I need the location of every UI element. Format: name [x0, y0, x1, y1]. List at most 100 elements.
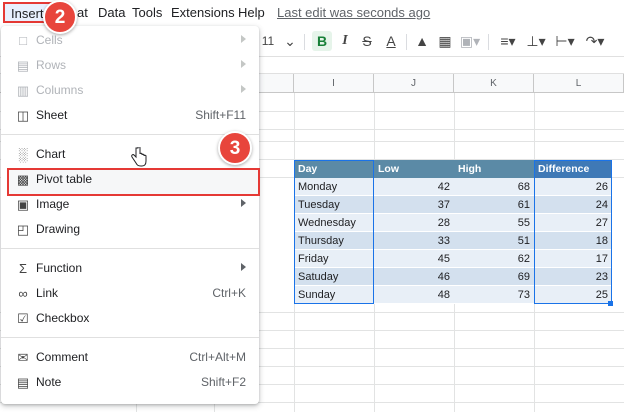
table-cell[interactable]: 25	[534, 286, 612, 304]
menu-item-cells[interactable]: □ Cells	[1, 29, 259, 53]
strikethrough-icon[interactable]: S	[358, 31, 376, 51]
table-cell[interactable]: 37	[374, 196, 454, 214]
menu-item-label: Comment	[36, 350, 89, 364]
table-cell[interactable]: 46	[374, 268, 454, 286]
insert-menu: □ Cells ▤ Rows ▥ Columns ◫ Sheet Shift+F…	[1, 26, 260, 404]
table-cell[interactable]: 51	[454, 232, 534, 250]
table-cell[interactable]: 28	[374, 214, 454, 232]
toolbar-divider	[488, 34, 489, 50]
step-badge-chart: 3	[218, 131, 252, 165]
menu-tools[interactable]: Tools	[132, 5, 162, 20]
italic-icon[interactable]: I	[336, 31, 354, 51]
menu-divider	[1, 337, 259, 338]
fill-handle[interactable]	[608, 301, 613, 306]
table-header-cell[interactable]: Day	[294, 160, 374, 178]
text-wrapping-icon[interactable]: ⊢▾	[552, 31, 578, 51]
table-row: Satuday 46 69 23	[294, 268, 612, 286]
table-header-cell[interactable]: Difference	[534, 160, 612, 178]
menu-shortcut: Ctrl+K	[212, 286, 246, 300]
table-cell[interactable]: 61	[454, 196, 534, 214]
table-header-cell[interactable]: Low	[374, 160, 454, 178]
menu-item-label: Checkbox	[36, 311, 90, 325]
note-icon: ▤	[16, 375, 30, 390]
menu-item-sheet[interactable]: ◫ Sheet Shift+F11	[1, 104, 259, 128]
menu-item-drawing[interactable]: ◰ Drawing	[1, 218, 259, 242]
chevron-right-icon	[241, 85, 246, 93]
table-cell[interactable]: 24	[534, 196, 612, 214]
font-size-field[interactable]: 11	[260, 31, 276, 51]
last-edit-link[interactable]: Last edit was seconds ago	[277, 5, 430, 20]
table-cell[interactable]: Sunday	[294, 286, 374, 304]
menu-item-comment[interactable]: ✉ Comment Ctrl+Alt+M	[1, 346, 259, 370]
column-header-l[interactable]: L	[534, 74, 624, 93]
table-cell[interactable]: Friday	[294, 250, 374, 268]
table-cell[interactable]: Monday	[294, 178, 374, 196]
table-row: Monday 42 68 26	[294, 178, 612, 196]
columns-icon: ▥	[16, 83, 30, 98]
chevron-right-icon	[241, 35, 246, 43]
comment-icon: ✉	[17, 350, 29, 365]
horizontal-align-icon[interactable]: ≡▾	[496, 31, 520, 51]
menu-extensions[interactable]: Extensions	[171, 5, 235, 20]
checkbox-icon: ☑	[17, 311, 29, 326]
sheet-icon: ◫	[16, 108, 30, 123]
table-cell[interactable]: Satuday	[294, 268, 374, 286]
chevron-right-icon	[241, 60, 246, 68]
data-table[interactable]: Day Low High Difference Monday 42 68 26 Tuesday 3…	[294, 160, 613, 306]
merge-cells-icon[interactable]: ▣▾	[458, 31, 482, 51]
image-icon: ▣	[16, 197, 30, 212]
table-cell[interactable]: 23	[534, 268, 612, 286]
table-cell[interactable]: 45	[374, 250, 454, 268]
menu-format-partial[interactable]: at	[77, 5, 88, 20]
menu-shortcut: Shift+F2	[200, 375, 246, 389]
menu-item-note[interactable]: ▤ Note Shift+F2	[1, 371, 259, 395]
menu-item-pivot-table[interactable]: ▩ Pivot table	[1, 168, 259, 192]
bold-icon[interactable]: B	[312, 31, 332, 51]
table-cell[interactable]: 62	[454, 250, 534, 268]
column-header-k[interactable]: K	[454, 74, 534, 93]
table-cell[interactable]: 55	[454, 214, 534, 232]
table-cell[interactable]: Thursday	[294, 232, 374, 250]
chevron-down-icon[interactable]: ⌄	[282, 31, 298, 51]
pivot-table-icon: ▩	[16, 172, 30, 187]
table-cell[interactable]: 69	[454, 268, 534, 286]
table-cell[interactable]: Tuesday	[294, 196, 374, 214]
column-header-i[interactable]: I	[294, 74, 374, 93]
menu-item-label: Image	[36, 197, 70, 211]
table-cell[interactable]: 27	[534, 214, 612, 232]
chart-icon: ░	[18, 147, 28, 162]
chevron-right-icon	[241, 263, 246, 271]
toolbar-divider	[406, 34, 407, 50]
table-row: Tuesday 37 61 24	[294, 196, 612, 214]
table-cell[interactable]: 17	[534, 250, 612, 268]
text-color-icon[interactable]: A	[382, 31, 400, 51]
table-cell[interactable]: 48	[374, 286, 454, 304]
table-cell[interactable]: 33	[374, 232, 454, 250]
link-icon: ∞	[18, 286, 28, 301]
menu-item-columns[interactable]: ▥ Columns	[1, 79, 259, 103]
table-cell[interactable]: 26	[534, 178, 612, 196]
menu-help[interactable]: Help	[238, 5, 265, 20]
menu-item-label: Link	[36, 286, 59, 300]
menu-item-rows[interactable]: ▤ Rows	[1, 54, 259, 78]
table-cell[interactable]: 18	[534, 232, 612, 250]
table-header-cell[interactable]: High	[454, 160, 534, 178]
table-header-row: Day Low High Difference	[294, 160, 612, 178]
fill-color-icon[interactable]: ▲	[412, 31, 432, 51]
column-header-j[interactable]: J	[374, 74, 454, 93]
cells-icon: □	[19, 33, 27, 48]
borders-icon[interactable]: ▦	[436, 31, 454, 51]
menu-item-function[interactable]: Σ Function	[1, 257, 259, 281]
vertical-align-icon[interactable]: ⊥▾	[524, 31, 548, 51]
menu-item-link[interactable]: ∞ Link Ctrl+K	[1, 282, 259, 306]
menu-item-checkbox[interactable]: ☑ Checkbox	[1, 307, 259, 331]
table-cell[interactable]: 68	[454, 178, 534, 196]
chevron-right-icon	[241, 199, 246, 207]
menu-data[interactable]: Data	[98, 5, 125, 20]
table-cell[interactable]: 42	[374, 178, 454, 196]
table-cell[interactable]: 73	[454, 286, 534, 304]
step-badge-insert: 2	[43, 0, 77, 34]
menu-item-image[interactable]: ▣ Image	[1, 193, 259, 217]
table-cell[interactable]: Wednesday	[294, 214, 374, 232]
text-rotation-icon[interactable]: ↷▾	[582, 31, 608, 51]
